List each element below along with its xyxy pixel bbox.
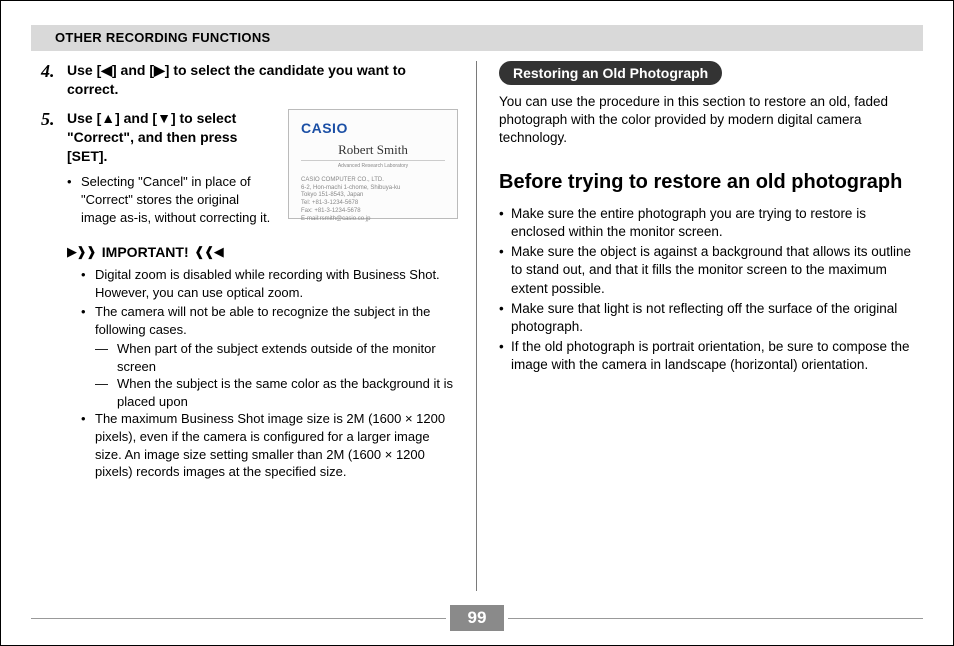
speaker-left-icon: ▶❱❱ — [195, 244, 224, 260]
page-number: 99 — [450, 605, 505, 631]
dash-icon: — — [95, 375, 117, 410]
card-line: Tel: +81-3-1234-5678 — [301, 200, 445, 208]
right-bullets: •Make sure the entire photograph you are… — [499, 205, 913, 375]
page-footer: 99 — [31, 605, 923, 631]
bullet-icon: • — [67, 173, 81, 226]
manual-page: OTHER RECORDING FUNCTIONS 4. Use [◀] and… — [0, 0, 954, 646]
bullet-item: •The maximum Business Shot image size is… — [81, 410, 458, 480]
bullet-icon: • — [81, 410, 95, 480]
bullet-text: Make sure the entire photograph you are … — [511, 205, 913, 241]
footer-line — [508, 618, 923, 619]
bullet-text: Digital zoom is disabled while recording… — [95, 266, 458, 301]
intro-text: You can use the procedure in this sectio… — [499, 93, 913, 148]
bullet-item: •Make sure the entire photograph you are… — [499, 205, 913, 241]
bullet-icon: • — [499, 300, 511, 336]
step-text: Use [▲] and [▼] to select "Correct", and… — [67, 109, 276, 166]
bullet-text: The camera will not be able to recognize… — [95, 303, 458, 338]
card-line: CASIO COMPUTER CO., LTD. — [301, 177, 445, 185]
bullet-icon: • — [81, 266, 95, 301]
dash-item: —When the subject is the same color as t… — [95, 375, 458, 410]
right-column: Restoring an Old Photograph You can use … — [477, 61, 923, 591]
section-header: OTHER RECORDING FUNCTIONS — [31, 25, 923, 51]
bullet-text: Make sure that light is not reflecting o… — [511, 300, 913, 336]
bullet-icon: • — [499, 205, 511, 241]
dash-item: —When part of the subject extends outsid… — [95, 340, 458, 375]
dash-text: When the subject is the same color as th… — [117, 375, 458, 410]
step-4: 4. Use [◀] and [▶] to select the candida… — [41, 61, 458, 99]
footer-line — [31, 618, 446, 619]
bullet-item: •The camera will not be able to recogniz… — [81, 303, 458, 338]
step-text: Use [◀] and [▶] to select the candidate … — [67, 61, 458, 99]
bullet-item: •Make sure that light is not reflecting … — [499, 300, 913, 336]
bullet-text: The maximum Business Shot image size is … — [95, 410, 458, 480]
left-column: 4. Use [◀] and [▶] to select the candida… — [31, 61, 477, 591]
bullet-icon: • — [499, 243, 511, 298]
card-line: E-mail:rsmith@casio.co.jp — [301, 216, 445, 224]
step-sub-bullet: • Selecting "Cancel" in place of "Correc… — [67, 173, 276, 226]
important-bullets: •Digital zoom is disabled while recordin… — [81, 266, 458, 481]
step-sub-text: Selecting "Cancel" in place of "Correct"… — [81, 173, 276, 226]
important-label: IMPORTANT! — [102, 244, 189, 260]
card-line: 6-2, Hon-machi 1-chome, Shibuya-ku — [301, 185, 445, 193]
speaker-right-icon: ▶❱❱ — [67, 244, 96, 260]
bullet-text: If the old photograph is portrait orient… — [511, 338, 913, 374]
card-line: Tokyo 151-8543, Japan — [301, 192, 445, 200]
card-logo: CASIO — [301, 120, 445, 136]
bullet-icon: • — [81, 303, 95, 338]
bullet-item: •If the old photograph is portrait orien… — [499, 338, 913, 374]
dash-icon: — — [95, 340, 117, 375]
dash-text: When part of the subject extends outside… — [117, 340, 458, 375]
step-number: 4. — [41, 61, 67, 99]
bullet-item: •Make sure the object is against a backg… — [499, 243, 913, 298]
step-number: 5. — [41, 109, 67, 226]
bullet-icon: • — [499, 338, 511, 374]
two-column-layout: 4. Use [◀] and [▶] to select the candida… — [31, 61, 923, 591]
card-subtitle: Advanced Research Laboratory — [301, 163, 445, 169]
important-heading: ▶❱❱ IMPORTANT! ▶❱❱ — [67, 244, 458, 260]
step-5: 5. Use [▲] and [▼] to select "Correct", … — [41, 109, 458, 226]
business-card-image: CASIO Robert Smith Advanced Research Lab… — [288, 109, 458, 219]
subsection-heading: Before trying to restore an old photogra… — [499, 170, 913, 195]
card-line: Fax: +81-3-1234-5678 — [301, 208, 445, 216]
bullet-item: •Digital zoom is disabled while recordin… — [81, 266, 458, 301]
bullet-text: Make sure the object is against a backgr… — [511, 243, 913, 298]
section-pill: Restoring an Old Photograph — [499, 61, 722, 85]
card-name: Robert Smith — [301, 142, 445, 161]
card-lines: CASIO COMPUTER CO., LTD. 6-2, Hon-machi … — [301, 177, 445, 224]
